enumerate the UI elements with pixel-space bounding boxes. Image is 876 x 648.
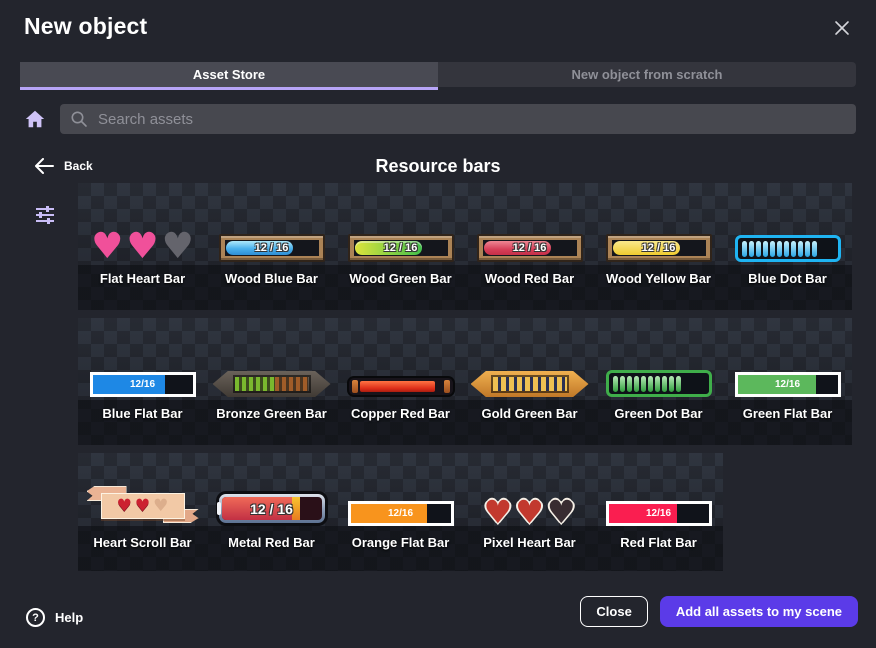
asset-label: Pixel Heart Bar <box>465 529 594 550</box>
close-icon[interactable] <box>830 16 854 40</box>
new-object-dialog: New object Asset Store New object from s… <box>0 0 876 648</box>
asset-label: Wood Yellow Bar <box>594 265 723 286</box>
asset-wood-blue-bar[interactable]: 12 / 16 Wood Blue Bar <box>207 183 336 310</box>
pixel-heart-bar-preview: ♥ ♥ ♥ <box>465 453 594 529</box>
bar-value: 12/16 <box>738 375 838 394</box>
asset-pixel-heart-bar[interactable]: ♥ ♥ ♥ Pixel Heart Bar <box>465 453 594 571</box>
blue-dot-bar-preview <box>723 183 852 265</box>
heart-icon: ♥ <box>515 498 544 526</box>
bar-value: 12 / 16 <box>225 240 319 256</box>
copper-red-bar-preview <box>336 318 465 400</box>
tab-asset-store-label: Asset Store <box>193 67 265 82</box>
asset-label: Flat Heart Bar <box>78 265 207 286</box>
asset-red-flat-bar[interactable]: 12/16 Red Flat Bar <box>594 453 723 571</box>
asset-label: Metal Red Bar <box>207 529 336 550</box>
asset-gold-green-bar[interactable]: Gold Green Bar <box>465 318 594 445</box>
asset-label: Gold Green Bar <box>465 400 594 421</box>
wood-red-bar-preview: 12 / 16 <box>465 183 594 265</box>
heart-icon: ♥ <box>117 498 132 515</box>
bar-value: 12/16 <box>351 504 451 523</box>
asset-flat-heart-bar[interactable]: ♥ ♥ ♥ Flat Heart Bar <box>78 183 207 310</box>
asset-blue-flat-bar[interactable]: 12/16 Blue Flat Bar <box>78 318 207 445</box>
page-title: Resource bars <box>0 156 876 177</box>
heart-icon: ♥ <box>91 232 123 262</box>
asset-grid: ♥ ♥ ♥ Flat Heart Bar 12 / 16 Wood Blue B… <box>78 183 852 579</box>
bar-value: 12 / 16 <box>483 240 577 256</box>
filter-icon[interactable] <box>34 204 56 226</box>
orange-flat-bar-preview: 12/16 <box>336 453 465 529</box>
add-all-assets-button[interactable]: Add all assets to my scene <box>660 596 858 627</box>
asset-wood-red-bar[interactable]: 12 / 16 Wood Red Bar <box>465 183 594 310</box>
tab-bar: Asset Store New object from scratch <box>20 62 856 87</box>
asset-orange-flat-bar[interactable]: 12/16 Orange Flat Bar <box>336 453 465 571</box>
asset-green-dot-bar[interactable]: Green Dot Bar <box>594 318 723 445</box>
heart-icon: ♥ <box>126 232 158 262</box>
search-input[interactable]: Search assets <box>60 104 856 134</box>
heart-scroll-bar-preview: ♥ ♥ ♥ <box>78 453 207 529</box>
footer-buttons: Close Add all assets to my scene <box>580 596 858 627</box>
asset-label: Green Flat Bar <box>723 400 852 421</box>
asset-row-1: ♥ ♥ ♥ Flat Heart Bar 12 / 16 Wood Blue B… <box>78 183 852 310</box>
tab-from-scratch-label: New object from scratch <box>572 67 723 82</box>
search-icon <box>70 110 88 128</box>
search-row: Search assets <box>24 104 856 134</box>
help-label: Help <box>55 610 83 625</box>
search-placeholder: Search assets <box>98 111 193 128</box>
asset-label: Heart Scroll Bar <box>78 529 207 550</box>
help-button[interactable]: ? Help <box>26 608 83 627</box>
asset-label: Copper Red Bar <box>336 400 465 421</box>
asset-blue-dot-bar[interactable]: Blue Dot Bar <box>723 183 852 310</box>
bar-value: 12/16 <box>609 504 709 523</box>
home-icon[interactable] <box>24 108 46 130</box>
bar-value: 12 / 16 <box>222 497 322 520</box>
asset-label: Blue Flat Bar <box>78 400 207 421</box>
gold-green-bar-preview <box>465 318 594 400</box>
bar-value: 12 / 16 <box>354 240 448 256</box>
red-flat-bar-preview: 12/16 <box>594 453 723 529</box>
asset-label: Orange Flat Bar <box>336 529 465 550</box>
flat-heart-bar-preview: ♥ ♥ ♥ <box>78 183 207 265</box>
blue-flat-bar-preview: 12/16 <box>78 318 207 400</box>
heart-icon: ♥ <box>153 498 168 515</box>
asset-label: Blue Dot Bar <box>723 265 852 286</box>
green-dot-bar-preview <box>594 318 723 400</box>
wood-yellow-bar-preview: 12 / 16 <box>594 183 723 265</box>
asset-wood-yellow-bar[interactable]: 12 / 16 Wood Yellow Bar <box>594 183 723 310</box>
bronze-green-bar-preview <box>207 318 336 400</box>
heart-icon: ♥ <box>135 498 150 515</box>
back-label: Back <box>64 159 93 173</box>
asset-label: Wood Blue Bar <box>207 265 336 286</box>
asset-row-3: ♥ ♥ ♥ Heart Scroll Bar 12 / 16 <box>78 453 723 571</box>
back-button[interactable]: Back <box>34 158 93 174</box>
metal-red-bar-preview: 12 / 16 <box>207 453 336 529</box>
asset-label: Wood Red Bar <box>465 265 594 286</box>
asset-label: Red Flat Bar <box>594 529 723 550</box>
asset-metal-red-bar[interactable]: 12 / 16 Metal Red Bar <box>207 453 336 571</box>
heart-icon: ♥ <box>547 498 576 526</box>
asset-copper-red-bar[interactable]: Copper Red Bar <box>336 318 465 445</box>
close-button[interactable]: Close <box>580 596 647 627</box>
asset-green-flat-bar[interactable]: 12/16 Green Flat Bar <box>723 318 852 445</box>
asset-label: Bronze Green Bar <box>207 400 336 421</box>
wood-blue-bar-preview: 12 / 16 <box>207 183 336 265</box>
bar-value: 12 / 16 <box>612 240 706 256</box>
help-icon: ? <box>26 608 45 627</box>
wood-green-bar-preview: 12 / 16 <box>336 183 465 265</box>
heart-icon: ♥ <box>162 232 194 262</box>
asset-label: Green Dot Bar <box>594 400 723 421</box>
asset-row-2: 12/16 Blue Flat Bar Bronze Green Bar Cop… <box>78 318 852 445</box>
dialog-title: New object <box>24 13 147 40</box>
tab-asset-store[interactable]: Asset Store <box>20 62 438 87</box>
asset-wood-green-bar[interactable]: 12 / 16 Wood Green Bar <box>336 183 465 310</box>
bar-value: 12/16 <box>93 375 193 394</box>
asset-bronze-green-bar[interactable]: Bronze Green Bar <box>207 318 336 445</box>
asset-heart-scroll-bar[interactable]: ♥ ♥ ♥ Heart Scroll Bar <box>78 453 207 571</box>
green-flat-bar-preview: 12/16 <box>723 318 852 400</box>
asset-label: Wood Green Bar <box>336 265 465 286</box>
heart-icon: ♥ <box>483 498 512 526</box>
tab-new-object-from-scratch[interactable]: New object from scratch <box>438 62 856 87</box>
back-arrow-icon <box>34 158 54 174</box>
